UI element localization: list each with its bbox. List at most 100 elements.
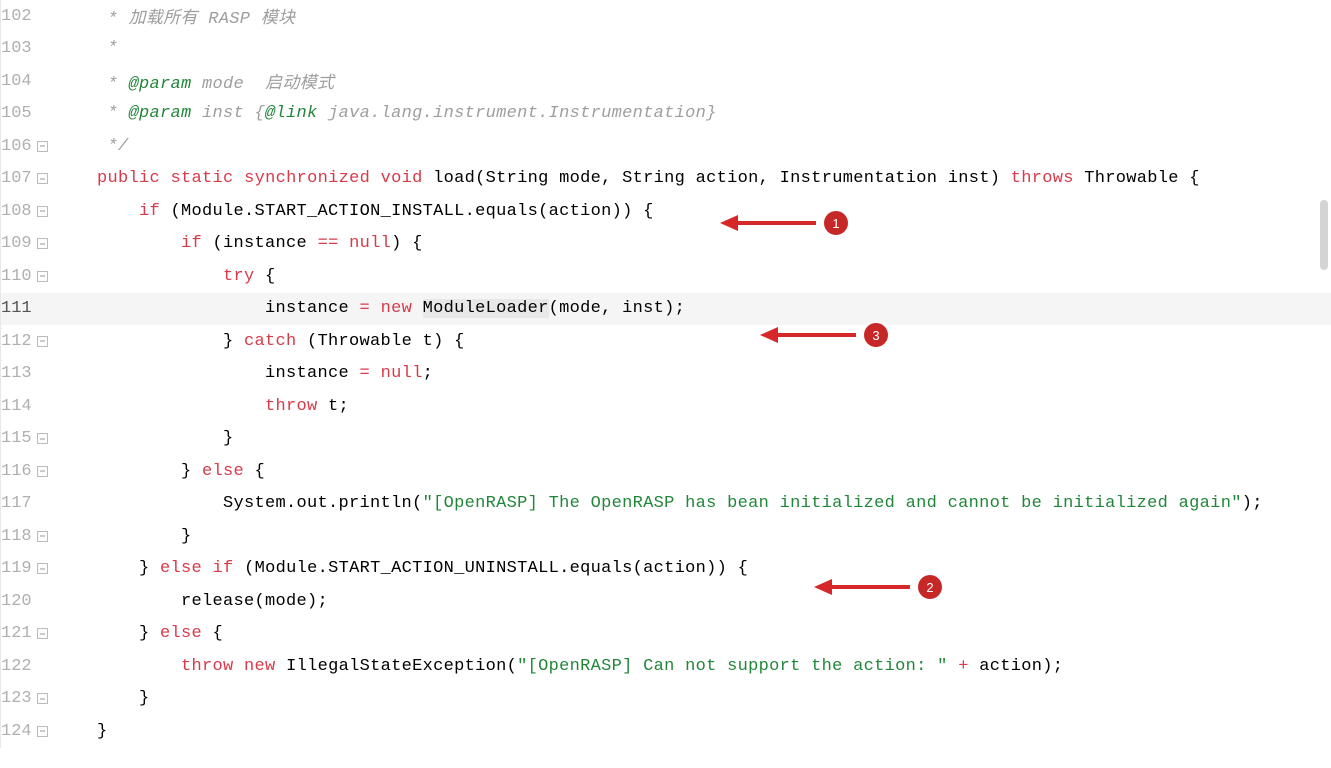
code-line[interactable]: 106 */ [1, 130, 1331, 163]
line-content[interactable]: } [53, 527, 192, 546]
code-line[interactable]: 119 } else if (Module.START_ACTION_UNINS… [1, 553, 1331, 586]
code-editor[interactable]: 102 * 加载所有 RASP 模块103 *104 * @param mode… [0, 0, 1331, 748]
code-line[interactable]: 107 public static synchronized void load(… [1, 163, 1331, 196]
line-content[interactable]: * @param mode 启动模式 [53, 68, 334, 94]
line-number[interactable]: 115 [1, 429, 31, 448]
code-line[interactable]: 105 * @param inst {@link java.lang.instr… [1, 98, 1331, 131]
code-line[interactable]: 116 } else { [1, 455, 1331, 488]
line-number[interactable]: 108 [1, 202, 31, 221]
line-number[interactable]: 114 [1, 397, 31, 416]
code-line[interactable]: 123 } [1, 683, 1331, 716]
fold-gutter[interactable] [31, 693, 53, 704]
fold-gutter[interactable] [31, 726, 53, 737]
fold-open-icon[interactable] [37, 206, 48, 217]
line-number[interactable]: 120 [1, 592, 31, 611]
fold-open-icon[interactable] [37, 173, 48, 184]
line-content[interactable]: release(mode); [53, 592, 328, 611]
fold-gutter[interactable] [31, 531, 53, 542]
line-number[interactable]: 110 [1, 267, 31, 286]
fold-open-icon[interactable] [37, 466, 48, 477]
code-line[interactable]: 115 } [1, 423, 1331, 456]
line-number[interactable]: 104 [1, 72, 31, 91]
line-number[interactable]: 117 [1, 494, 31, 513]
fold-open-icon[interactable] [37, 563, 48, 574]
line-content[interactable]: */ [53, 137, 129, 156]
line-content[interactable]: if (instance == null) { [53, 234, 423, 253]
arrow-shaft [832, 585, 910, 589]
line-number[interactable]: 102 [1, 7, 31, 26]
code-line[interactable]: 118 } [1, 520, 1331, 553]
line-content[interactable]: instance = new ModuleLoader(mode, inst); [53, 299, 685, 318]
line-content[interactable]: * [53, 39, 118, 58]
fold-close-icon[interactable] [37, 531, 48, 542]
line-content[interactable]: * 加载所有 RASP 模块 [53, 3, 295, 29]
fold-open-icon[interactable] [37, 336, 48, 347]
fold-close-icon[interactable] [37, 141, 48, 152]
code-line[interactable]: 113 instance = null; [1, 358, 1331, 391]
line-number[interactable]: 103 [1, 39, 31, 58]
line-content[interactable]: * @param inst {@link java.lang.instrumen… [53, 104, 717, 123]
line-content[interactable]: } [53, 429, 234, 448]
fold-close-icon[interactable] [37, 433, 48, 444]
line-content[interactable]: } else { [53, 624, 223, 643]
line-number[interactable]: 109 [1, 234, 31, 253]
fold-gutter[interactable] [31, 563, 53, 574]
line-number[interactable]: 107 [1, 169, 31, 188]
code-area[interactable]: 102 * 加载所有 RASP 模块103 *104 * @param mode… [0, 0, 1331, 748]
code-line[interactable]: 110 try { [1, 260, 1331, 293]
line-number[interactable]: 123 [1, 689, 31, 708]
line-number[interactable]: 122 [1, 657, 31, 676]
line-content[interactable]: if (Module.START_ACTION_INSTALL.equals(a… [53, 202, 654, 221]
line-number[interactable]: 116 [1, 462, 31, 481]
code-line[interactable]: 117 System.out.println("[OpenRASP] The O… [1, 488, 1331, 521]
code-line[interactable]: 112 } catch (Throwable t) { [1, 325, 1331, 358]
code-line[interactable]: 109 if (instance == null) { [1, 228, 1331, 261]
line-number[interactable]: 105 [1, 104, 31, 123]
line-number[interactable]: 124 [1, 722, 31, 741]
fold-gutter[interactable] [31, 271, 53, 282]
line-content[interactable]: throw new IllegalStateException("[OpenRA… [53, 657, 1063, 676]
line-content[interactable]: } [53, 689, 150, 708]
line-number[interactable]: 118 [1, 527, 31, 546]
line-content[interactable]: } else { [53, 462, 265, 481]
line-content[interactable]: throw t; [53, 397, 349, 416]
line-number[interactable]: 119 [1, 559, 31, 578]
fold-gutter[interactable] [31, 433, 53, 444]
code-line[interactable]: 122 throw new IllegalStateException("[Op… [1, 650, 1331, 683]
line-content[interactable]: public static synchronized void load(Str… [53, 169, 1200, 188]
fold-gutter[interactable] [31, 466, 53, 477]
code-line[interactable]: 102 * 加载所有 RASP 模块 [1, 0, 1331, 33]
fold-open-icon[interactable] [37, 238, 48, 249]
line-content[interactable]: try { [53, 267, 276, 286]
fold-gutter[interactable] [31, 141, 53, 152]
line-content[interactable]: } else if (Module.START_ACTION_UNINSTALL… [53, 559, 748, 578]
line-number[interactable]: 113 [1, 364, 31, 383]
line-number[interactable]: 106 [1, 137, 31, 156]
line-number[interactable]: 111 [1, 299, 31, 318]
token: * 加载所有 [97, 10, 208, 29]
fold-open-icon[interactable] [37, 271, 48, 282]
line-content[interactable]: System.out.println("[OpenRASP] The OpenR… [53, 494, 1263, 513]
fold-gutter[interactable] [31, 206, 53, 217]
fold-gutter[interactable] [31, 173, 53, 184]
fold-open-icon[interactable] [37, 628, 48, 639]
fold-gutter[interactable] [31, 238, 53, 249]
line-number[interactable]: 121 [1, 624, 31, 643]
fold-gutter[interactable] [31, 336, 53, 347]
code-line[interactable]: 120 release(mode); [1, 585, 1331, 618]
code-line[interactable]: 104 * @param mode 启动模式 [1, 65, 1331, 98]
line-content[interactable]: instance = null; [53, 364, 433, 383]
fold-close-icon[interactable] [37, 693, 48, 704]
code-line[interactable]: 124} [1, 715, 1331, 748]
code-line[interactable]: 111 instance = new ModuleLoader(mode, in… [1, 293, 1331, 326]
code-line[interactable]: 121 } else { [1, 618, 1331, 651]
code-line[interactable]: 114 throw t; [1, 390, 1331, 423]
line-number[interactable]: 112 [1, 332, 31, 351]
line-content[interactable]: } catch (Throwable t) { [53, 332, 465, 351]
fold-gutter[interactable] [31, 628, 53, 639]
code-line[interactable]: 108 if (Module.START_ACTION_INSTALL.equa… [1, 195, 1331, 228]
scrollbar-thumb[interactable] [1320, 200, 1328, 270]
code-line[interactable]: 103 * [1, 33, 1331, 66]
line-content[interactable]: } [53, 722, 108, 741]
fold-close-icon[interactable] [37, 726, 48, 737]
